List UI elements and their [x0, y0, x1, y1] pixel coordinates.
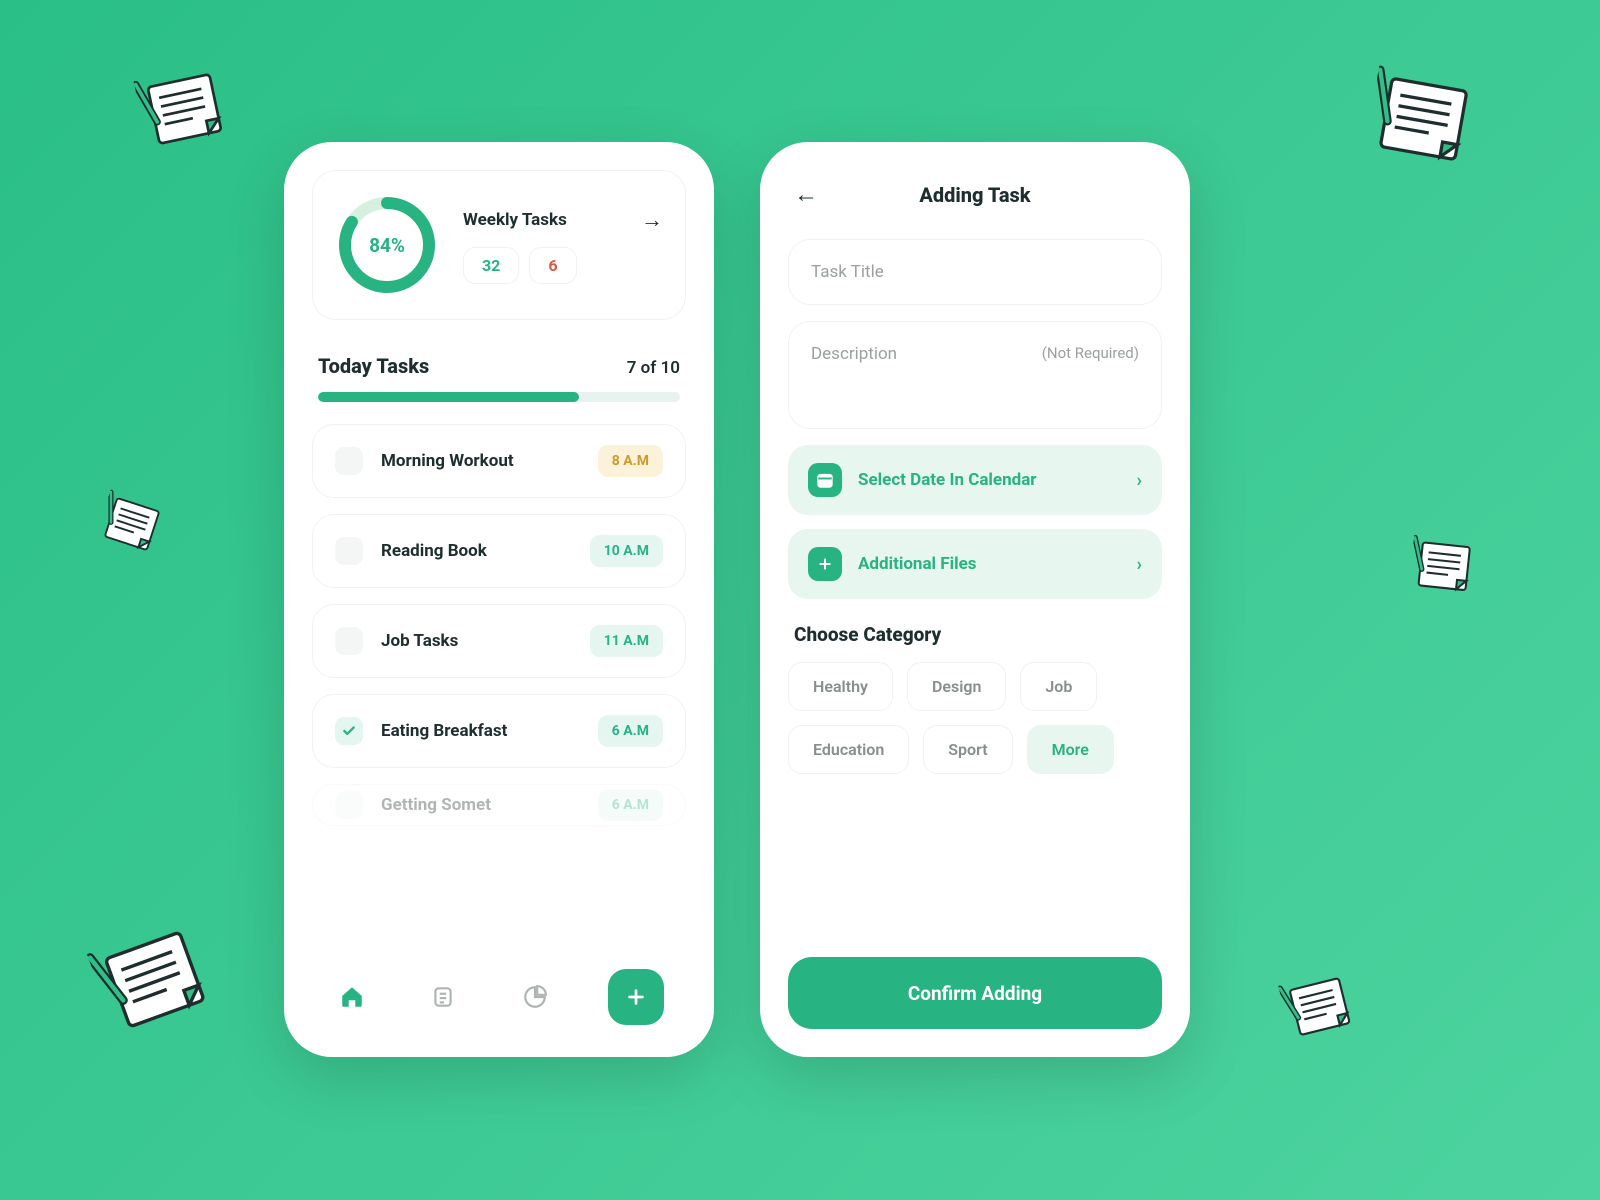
description-hint: (Not Required)	[1042, 344, 1139, 364]
category-more-chip[interactable]: More	[1027, 725, 1114, 774]
task-time: 8 A.M	[598, 445, 663, 477]
task-checkbox[interactable]	[335, 791, 363, 819]
category-chip[interactable]: Healthy	[788, 662, 893, 711]
weekly-card: 84% Weekly Tasks → 32 6	[312, 170, 686, 320]
task-time: 6 A.M	[598, 789, 663, 821]
note-icon	[132, 54, 239, 161]
weekly-title: Weekly Tasks	[463, 210, 567, 230]
confirm-adding-button[interactable]: Confirm Adding	[788, 957, 1162, 1029]
chevron-right-icon: ›	[1137, 470, 1142, 491]
today-progress	[318, 392, 680, 402]
task-title-input[interactable]: Task Title	[788, 239, 1162, 305]
task-row[interactable]: Getting Somet 6 A.M	[312, 784, 686, 826]
calendar-icon	[808, 463, 842, 497]
note-icon	[1408, 528, 1482, 602]
category-chip[interactable]: Job	[1020, 662, 1097, 711]
task-row[interactable]: Morning Workout 8 A.M	[312, 424, 686, 498]
category-chip[interactable]: Education	[788, 725, 909, 774]
add-button[interactable]	[608, 969, 664, 1025]
plus-icon	[808, 547, 842, 581]
pie-chart-icon[interactable]	[517, 979, 553, 1015]
note-icon	[1276, 961, 1363, 1048]
task-name: Job Tasks	[381, 631, 572, 651]
task-name: Getting Somet	[381, 795, 580, 815]
weekly-done-chip[interactable]: 32	[463, 247, 519, 284]
weekly-remain-chip[interactable]: 6	[529, 247, 576, 284]
task-time: 11 A.M	[590, 625, 663, 657]
task-checkbox[interactable]	[335, 447, 363, 475]
task-checkbox[interactable]	[335, 717, 363, 745]
category-chip[interactable]: Design	[907, 662, 1006, 711]
task-checkbox[interactable]	[335, 537, 363, 565]
select-date-button[interactable]: Select Date In Calendar ›	[788, 445, 1162, 515]
category-grid: Healthy Design Job Education Sport More	[788, 662, 1162, 774]
category-title: Choose Category	[794, 623, 1156, 646]
tab-bar	[312, 959, 686, 1035]
page-title: Adding Task	[818, 183, 1132, 207]
add-task-screen: ← Adding Task Task Title Description (No…	[760, 142, 1190, 1057]
task-checkbox[interactable]	[335, 627, 363, 655]
description-placeholder: Description	[811, 344, 897, 364]
progress-ring: 84%	[335, 193, 439, 297]
task-row[interactable]: Reading Book 10 A.M	[312, 514, 686, 588]
today-progress-bar	[318, 392, 579, 402]
task-row[interactable]: Eating Breakfast 6 A.M	[312, 694, 686, 768]
chevron-right-icon: ›	[1137, 554, 1142, 575]
today-count: 7 of 10	[627, 358, 680, 378]
home-icon[interactable]	[334, 979, 370, 1015]
task-name: Eating Breakfast	[381, 721, 580, 741]
task-title-placeholder: Task Title	[811, 262, 884, 282]
tasks-screen: 84% Weekly Tasks → 32 6 Today Tasks 7 of…	[284, 142, 714, 1057]
note-icon	[1362, 54, 1487, 179]
select-date-label: Select Date In Calendar	[858, 470, 1037, 490]
back-icon[interactable]: ←	[794, 180, 818, 209]
note-icon	[93, 483, 172, 562]
weekly-percent: 84%	[335, 193, 439, 297]
task-name: Reading Book	[381, 541, 572, 561]
additional-files-button[interactable]: Additional Files ›	[788, 529, 1162, 599]
additional-files-label: Additional Files	[858, 554, 977, 574]
task-name: Morning Workout	[381, 451, 580, 471]
note-icon	[83, 905, 227, 1049]
task-row[interactable]: Job Tasks 11 A.M	[312, 604, 686, 678]
category-chip[interactable]: Sport	[923, 725, 1012, 774]
list-icon[interactable]	[425, 979, 461, 1015]
task-time: 6 A.M	[598, 715, 663, 747]
confirm-label: Confirm Adding	[908, 982, 1042, 1005]
task-time: 10 A.M	[590, 535, 663, 567]
task-description-input[interactable]: Description (Not Required)	[788, 321, 1162, 429]
weekly-arrow-icon[interactable]: →	[641, 207, 663, 233]
today-title: Today Tasks	[318, 354, 429, 378]
